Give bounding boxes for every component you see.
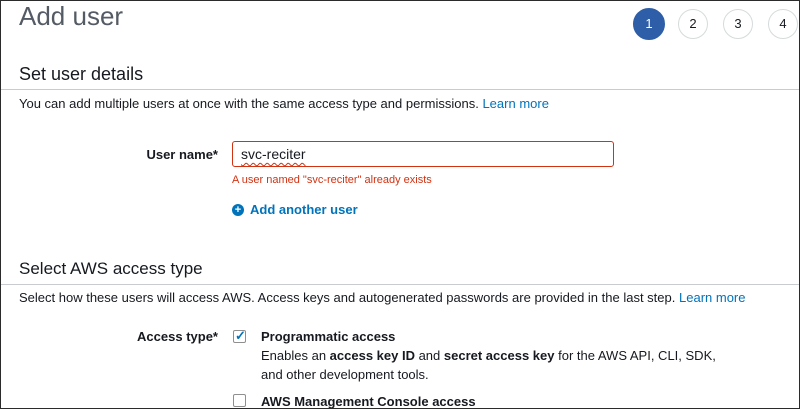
desc-text: Enables an <box>261 348 330 363</box>
wizard-steps: 1 2 3 4 <box>1 7 799 40</box>
user-details-description-text: You can add multiple users at once with … <box>19 96 479 111</box>
step-3[interactable]: 3 <box>723 9 753 39</box>
step-1[interactable]: 1 <box>633 8 665 40</box>
programmatic-access-description: Enables an access key ID and secret acce… <box>261 346 731 384</box>
check-icon: ✓ <box>235 328 246 343</box>
step-2[interactable]: 2 <box>678 9 708 39</box>
desc-text: and <box>414 348 444 363</box>
programmatic-access-checkbox[interactable]: ✓ <box>233 328 246 343</box>
step-4[interactable]: 4 <box>768 9 798 39</box>
user-name-value: svc-reciter <box>241 146 306 162</box>
learn-more-link[interactable]: Learn more <box>482 96 548 111</box>
divider <box>1 284 799 285</box>
access-type-description-text: Select how these users will access AWS. … <box>19 290 676 305</box>
user-details-description: You can add multiple users at once with … <box>19 96 549 111</box>
plus-circle-icon: + <box>232 203 244 216</box>
console-access-title: AWS Management Console access <box>261 394 476 409</box>
add-user-page: Add user 1 2 3 4 Set user details You ca… <box>0 0 800 409</box>
add-another-user-button[interactable]: + Add another user <box>232 202 358 217</box>
add-another-user-label: Add another user <box>250 202 358 217</box>
desc-bold: secret access key <box>443 348 555 363</box>
console-access-checkbox[interactable] <box>233 394 246 407</box>
access-type-description: Select how these users will access AWS. … <box>19 290 745 305</box>
access-type-heading: Select AWS access type <box>19 259 203 278</box>
access-type-label: Access type* <box>137 329 218 344</box>
user-name-label: User name* <box>146 147 218 162</box>
divider <box>1 89 799 90</box>
user-name-error: A user named "svc-reciter" already exist… <box>232 174 432 186</box>
learn-more-link[interactable]: Learn more <box>679 290 745 305</box>
programmatic-access-title: Programmatic access <box>261 329 396 344</box>
desc-bold: access key ID <box>329 348 415 363</box>
set-user-details-heading: Set user details <box>19 64 144 84</box>
user-name-input[interactable]: svc-reciter <box>232 141 614 167</box>
